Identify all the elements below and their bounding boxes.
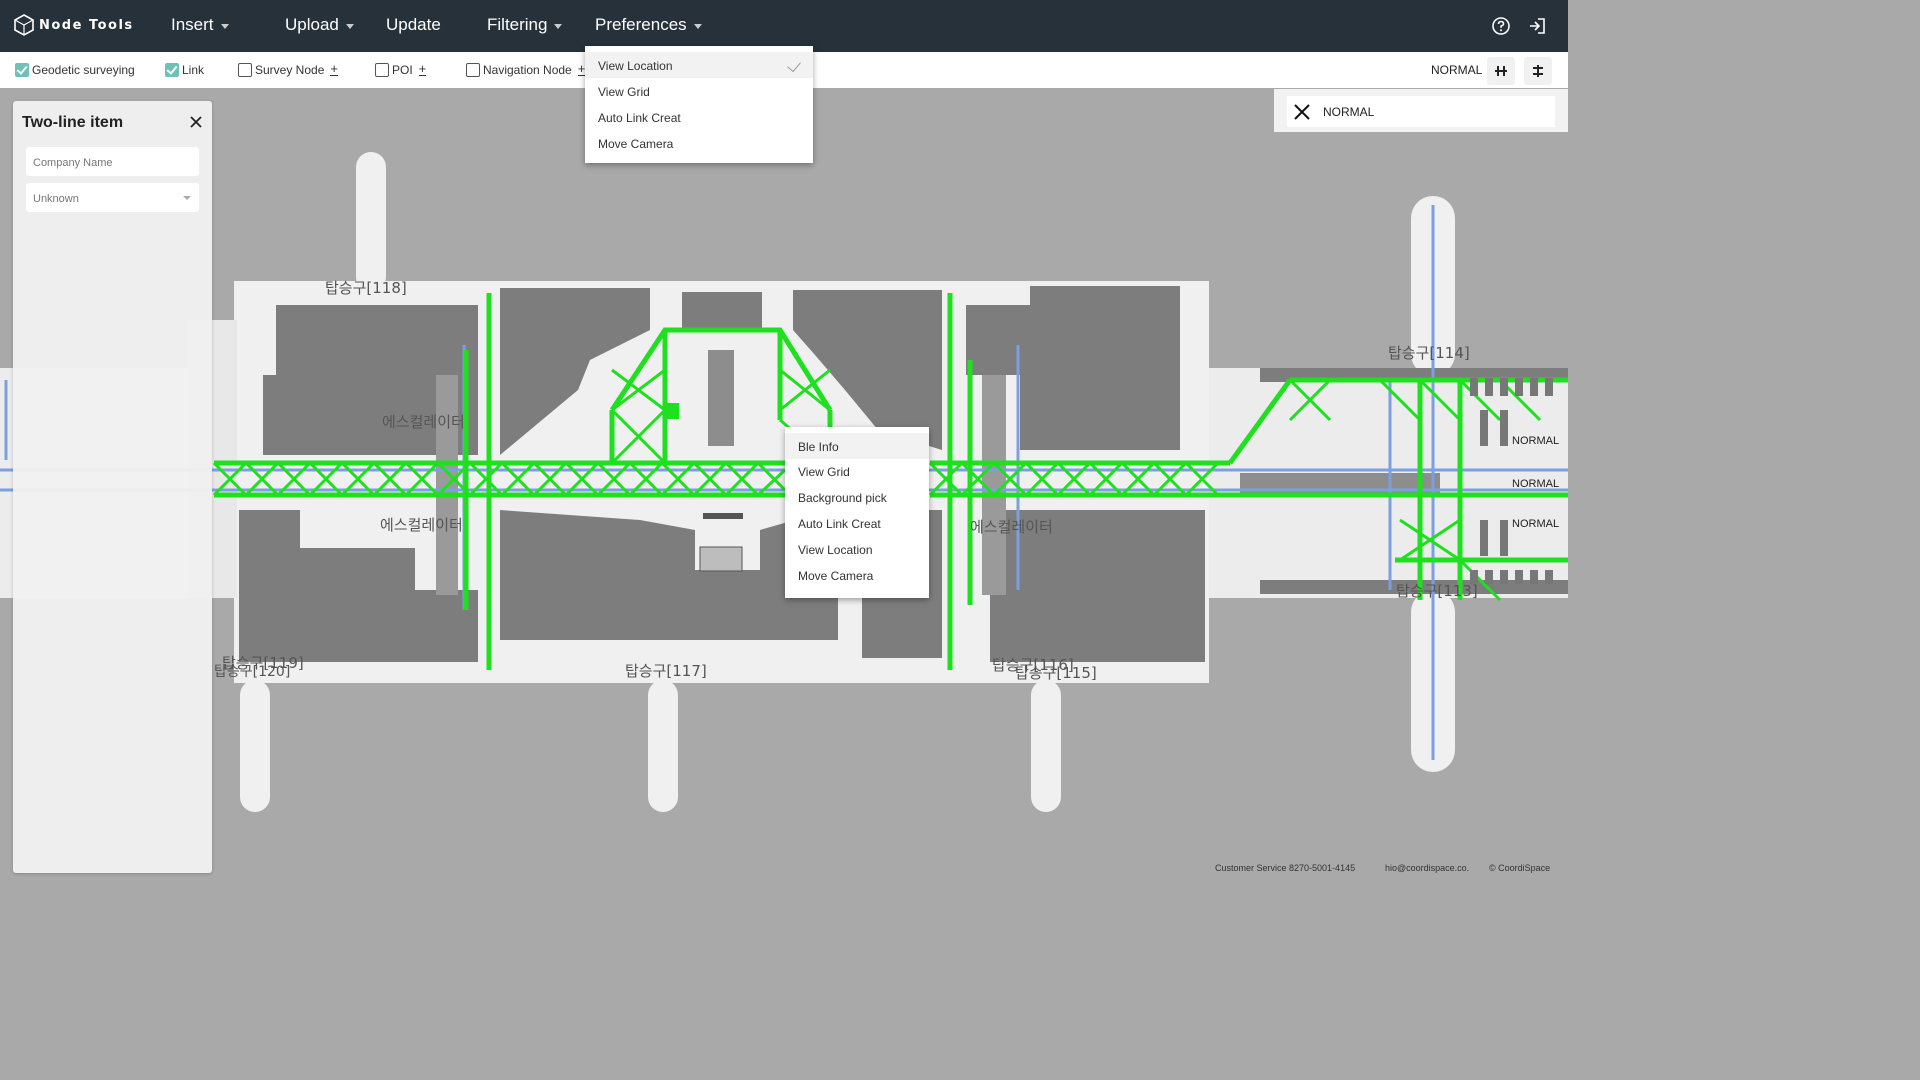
horizontal-split-button[interactable] xyxy=(1524,57,1552,85)
company-select[interactable]: Unknown xyxy=(26,183,199,212)
footer-service: Customer Service 8270-5001-4145 xyxy=(1215,863,1356,873)
menu-item-label: View Location xyxy=(798,543,873,557)
menu-upload[interactable]: Upload xyxy=(285,15,354,35)
gate-label-115: 탑승구[115] xyxy=(1015,664,1097,682)
ctx-item-ble-info[interactable]: Ble Info xyxy=(785,433,929,459)
floor-map[interactable]: 탑승구[118] 탑승구[117] 탑승구[119] 탑승구[120] 탑승구[… xyxy=(0,88,1568,882)
close-icon[interactable] xyxy=(189,115,203,129)
filter-navigation-node[interactable]: Navigation Node + xyxy=(466,62,586,77)
gate-label-114: 탑승구[114] xyxy=(1388,344,1470,362)
pref-item-view-grid[interactable]: View Grid xyxy=(585,78,813,104)
close-icon[interactable] xyxy=(1293,103,1311,121)
map-context-menu: Ble Info View Grid Background pick Auto … xyxy=(785,427,929,598)
mode-panel-row: NORMAL xyxy=(1287,96,1555,127)
menu-update-label: Update xyxy=(386,15,441,34)
filter-poi[interactable]: POI + xyxy=(375,62,427,77)
pref-item-auto-link[interactable]: Auto Link Creat xyxy=(585,104,813,130)
filter-label: Geodetic surveying xyxy=(32,63,135,77)
app-logo[interactable]: Node Tools xyxy=(14,14,134,36)
filter-label: POI xyxy=(392,63,413,77)
gate-label-118: 탑승구[118] xyxy=(325,279,407,297)
menu-filtering[interactable]: Filtering xyxy=(487,15,563,35)
chevron-down-icon xyxy=(183,196,191,200)
pref-item-view-location[interactable]: View Location xyxy=(585,52,813,78)
menu-item-label: View Grid xyxy=(798,465,850,479)
detail-panel: Two-line item Company Name Unknown xyxy=(13,101,212,873)
split-horizontal-icon xyxy=(1533,65,1543,77)
chevron-down-icon xyxy=(220,24,229,29)
hexagon-cube-icon xyxy=(14,14,34,36)
ctx-item-background-pick[interactable]: Background pick xyxy=(785,484,929,510)
vertical-split-button[interactable] xyxy=(1487,57,1515,85)
filter-label: Navigation Node xyxy=(483,63,572,77)
escalator-label-1: 에스컬레이터 xyxy=(382,413,465,431)
mode-label: NORMAL xyxy=(1431,63,1483,77)
checkbox[interactable] xyxy=(15,63,29,77)
menu-upload-label: Upload xyxy=(285,15,339,34)
filter-geodetic[interactable]: Geodetic surveying xyxy=(15,63,135,77)
menu-update[interactable]: Update xyxy=(386,15,441,35)
filter-label: Survey Node xyxy=(255,63,325,77)
checkbox[interactable] xyxy=(165,63,179,77)
gate-label-117: 탑승구[117] xyxy=(625,662,707,680)
menu-filtering-label: Filtering xyxy=(487,15,548,34)
chevron-down-icon xyxy=(693,24,702,29)
ctx-item-view-grid[interactable]: View Grid xyxy=(785,458,929,484)
checkbox[interactable] xyxy=(375,63,389,77)
mode-panel-label: NORMAL xyxy=(1323,104,1375,119)
checkbox[interactable] xyxy=(238,63,252,77)
split-vertical-icon xyxy=(1495,66,1507,76)
ctx-item-view-location[interactable]: View Location xyxy=(785,536,929,562)
chevron-down-icon xyxy=(345,24,354,29)
node-mode-label: NORMAL xyxy=(1512,435,1560,447)
preferences-dropdown: View Location View Grid Auto Link Creat … xyxy=(585,46,813,163)
add-survey-node-button[interactable]: + xyxy=(330,62,338,76)
menu-insert-label: Insert xyxy=(171,15,214,34)
filter-link[interactable]: Link xyxy=(165,63,204,77)
filter-label: Link xyxy=(182,63,205,77)
company-name-input[interactable]: Company Name xyxy=(26,147,199,176)
ctx-item-move-camera[interactable]: Move Camera xyxy=(785,562,929,588)
menu-item-label: Auto Link Creat xyxy=(598,111,681,125)
menu-item-label: View Location xyxy=(598,59,673,73)
menu-item-label: View Grid xyxy=(598,85,650,99)
mode-panel: NORMAL xyxy=(1274,89,1568,132)
menu-preferences-label: Preferences xyxy=(595,15,687,34)
add-poi-button[interactable]: + xyxy=(418,62,427,76)
checkbox[interactable] xyxy=(466,63,480,77)
escalator-label-3: 에스컬레이터 xyxy=(970,518,1053,536)
footer-email[interactable]: hio@coordispace.co. xyxy=(1385,863,1469,873)
help-circle-icon[interactable] xyxy=(1490,15,1512,37)
app-title: Node Tools xyxy=(39,17,134,33)
menu-item-label: Move Camera xyxy=(598,137,674,151)
company-select-value: Unknown xyxy=(33,193,79,205)
menu-item-label: Ble Info xyxy=(798,440,839,454)
menu-preferences[interactable]: Preferences xyxy=(595,15,702,35)
menu-insert[interactable]: Insert xyxy=(171,15,229,35)
panel-title: Two-line item xyxy=(22,114,124,131)
top-navbar: Node Tools Insert Upload Update Filterin… xyxy=(0,0,1568,52)
node-mode-label: NORMAL xyxy=(1512,518,1560,530)
node-mode-label: NORMAL xyxy=(1512,478,1560,490)
menu-item-label: Move Camera xyxy=(798,569,874,583)
escalator-label-2: 에스컬레이터 xyxy=(380,516,463,534)
check-icon xyxy=(787,57,801,73)
chevron-down-icon xyxy=(554,24,563,29)
menu-item-label: Background pick xyxy=(798,491,887,505)
footer-copyright: © CoordiSpace xyxy=(1489,863,1551,873)
exit-icon[interactable] xyxy=(1526,15,1548,37)
pref-item-move-camera[interactable]: Move Camera xyxy=(585,130,813,156)
menu-item-label: Auto Link Creat xyxy=(798,517,881,531)
gate-label-113: 탑승구[113] xyxy=(1396,582,1478,600)
gate-label-120: 탑승구[120] xyxy=(214,664,290,680)
ctx-item-auto-link[interactable]: Auto Link Creat xyxy=(785,510,929,536)
filter-survey-node[interactable]: Survey Node + xyxy=(238,62,338,77)
